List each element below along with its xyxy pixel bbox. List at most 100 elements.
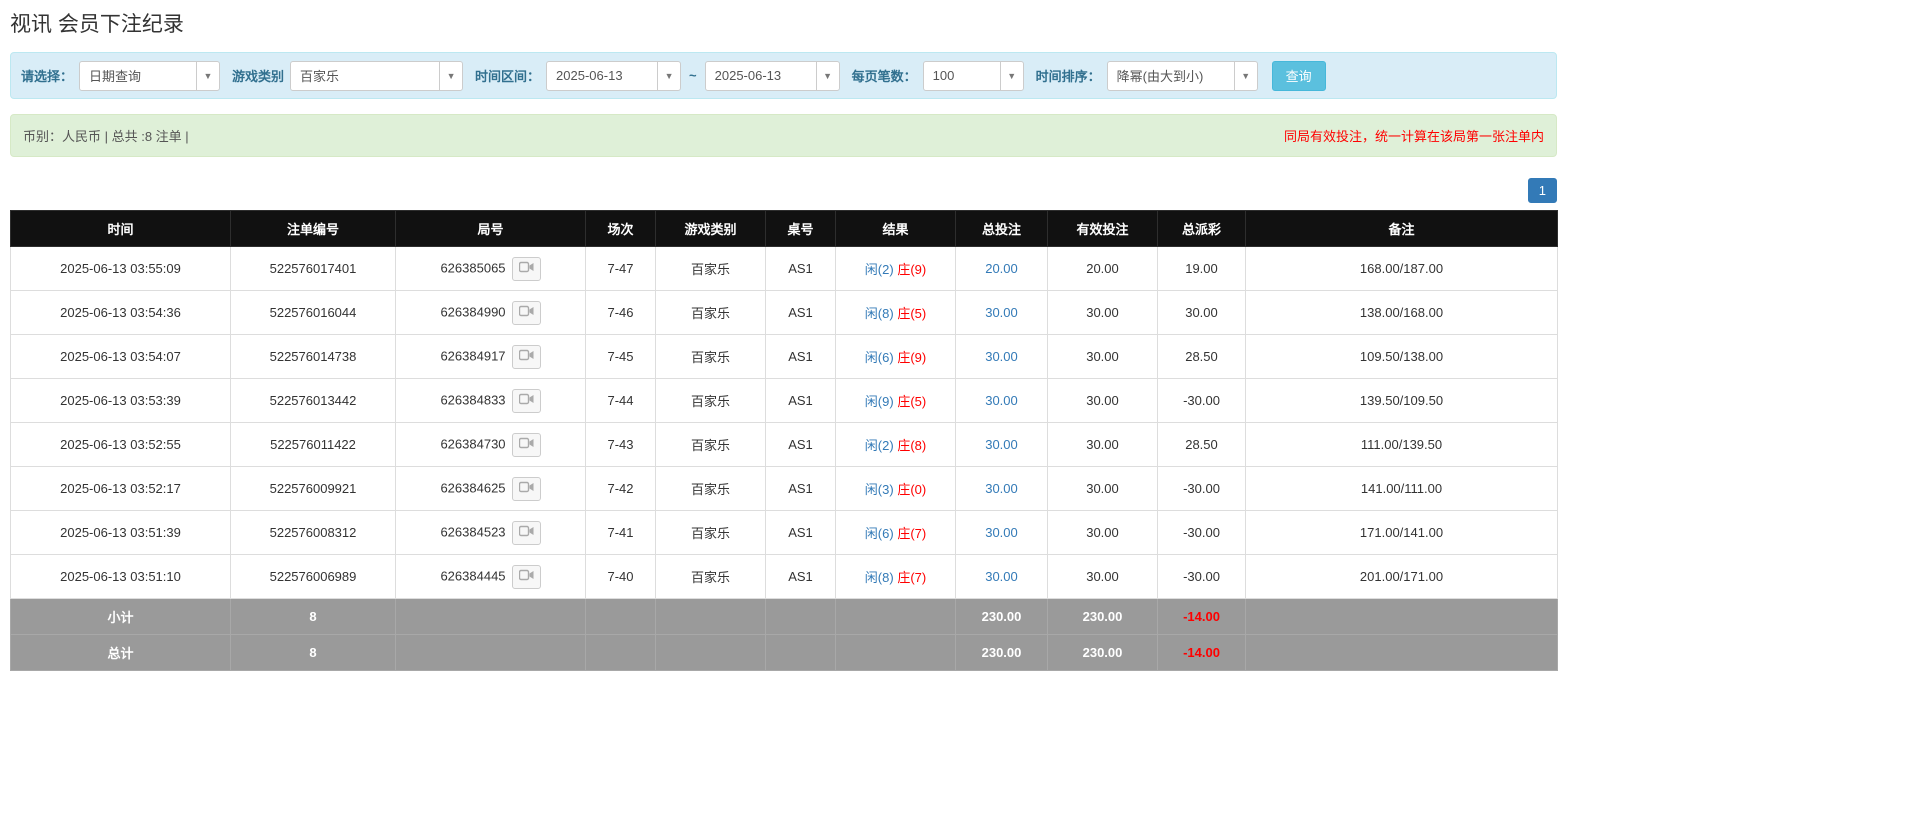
result-player: 闲(8) xyxy=(865,306,894,321)
total-bet-link[interactable]: 30.00 xyxy=(985,393,1018,408)
total-label: 总计 xyxy=(11,635,231,671)
cell-payout: -30.00 xyxy=(1158,467,1246,511)
date-to-picker[interactable]: ▼ xyxy=(705,61,840,91)
cell-table-no: AS1 xyxy=(766,555,836,599)
cell-result: 闲(2) 庄(8) xyxy=(836,423,956,467)
cell-game-type: 百家乐 xyxy=(656,335,766,379)
video-replay-button[interactable] xyxy=(512,521,541,545)
page-size-label: 每页笔数： xyxy=(852,66,917,85)
date-to-input[interactable] xyxy=(705,61,817,91)
page-size-select[interactable]: ▼ xyxy=(923,61,1024,91)
cell-session: 7-45 xyxy=(586,335,656,379)
cell-table-no: AS1 xyxy=(766,423,836,467)
result-banker: 庄(5) xyxy=(897,306,926,321)
sort-label: 时间排序： xyxy=(1036,66,1101,85)
video-replay-icon xyxy=(519,305,534,320)
cell-table-no: AS1 xyxy=(766,379,836,423)
cell-bet-id: 522576006989 xyxy=(231,555,396,599)
cell-session: 7-43 xyxy=(586,423,656,467)
video-replay-button[interactable] xyxy=(512,257,541,281)
total-bet-link[interactable]: 20.00 xyxy=(985,261,1018,276)
chevron-down-icon[interactable]: ▼ xyxy=(196,61,220,91)
table-row: 2025-06-13 03:54:07 522576014738 6263849… xyxy=(11,335,1558,379)
cell-payout: 28.50 xyxy=(1158,335,1246,379)
col-header-session: 场次 xyxy=(586,211,656,247)
page-size-input[interactable] xyxy=(923,61,1001,91)
chevron-down-icon[interactable]: ▼ xyxy=(1000,61,1024,91)
cell-note: 201.00/171.00 xyxy=(1246,555,1558,599)
chevron-down-icon[interactable]: ▼ xyxy=(439,61,463,91)
game-type-select[interactable]: 百家乐 ▼ xyxy=(290,61,463,91)
chevron-down-icon[interactable]: ▼ xyxy=(1234,61,1258,91)
video-replay-icon xyxy=(519,525,534,540)
col-header-round: 局号 xyxy=(396,211,586,247)
total-bet-link[interactable]: 30.00 xyxy=(985,437,1018,452)
video-replay-button[interactable] xyxy=(512,301,541,325)
valid-bet-notice: 同局有效投注，统一计算在该局第一张注单内 xyxy=(1284,126,1544,145)
result-player: 闲(9) xyxy=(865,394,894,409)
video-replay-button[interactable] xyxy=(512,389,541,413)
cell-payout: 30.00 xyxy=(1158,291,1246,335)
cell-result: 闲(3) 庄(0) xyxy=(836,467,956,511)
sort-select[interactable]: 降幂(由大到小) ▼ xyxy=(1107,61,1258,91)
col-header-table-no: 桌号 xyxy=(766,211,836,247)
date-from-input[interactable] xyxy=(546,61,658,91)
total-bet-link[interactable]: 30.00 xyxy=(985,525,1018,540)
filter-bar: 请选择： 日期查询 ▼ 游戏类别 百家乐 ▼ 时间区间： ▼ ~ ▼ 每页笔数：… xyxy=(10,52,1557,99)
cell-bet-id: 522576013442 xyxy=(231,379,396,423)
video-replay-button[interactable] xyxy=(512,345,541,369)
query-type-select[interactable]: 日期查询 ▼ xyxy=(79,61,220,91)
cell-note: 139.50/109.50 xyxy=(1246,379,1558,423)
cell-note: 168.00/187.00 xyxy=(1246,247,1558,291)
search-button[interactable]: 查询 xyxy=(1272,61,1326,91)
result-player: 闲(6) xyxy=(865,526,894,541)
cell-total-bet: 30.00 xyxy=(956,555,1048,599)
total-bet-link[interactable]: 30.00 xyxy=(985,349,1018,364)
cell-result: 闲(6) 庄(9) xyxy=(836,335,956,379)
cell-total-bet: 30.00 xyxy=(956,511,1048,555)
total-payout: -14.00 xyxy=(1158,635,1246,671)
cell-payout: -30.00 xyxy=(1158,555,1246,599)
table-row: 2025-06-13 03:51:39 522576008312 6263845… xyxy=(11,511,1558,555)
query-type-value: 日期查询 xyxy=(79,61,197,91)
time-range-label: 时间区间： xyxy=(475,66,540,85)
table-footer: 小计 8 230.00 230.00 -14.00 总计 8 xyxy=(11,599,1558,671)
cell-session: 7-46 xyxy=(586,291,656,335)
cell-note: 109.50/138.00 xyxy=(1246,335,1558,379)
cell-payout: 19.00 xyxy=(1158,247,1246,291)
cell-game-type: 百家乐 xyxy=(656,247,766,291)
total-valid-bet: 230.00 xyxy=(1048,635,1158,671)
cell-result: 闲(8) 庄(7) xyxy=(836,555,956,599)
cell-table-no: AS1 xyxy=(766,247,836,291)
cell-result: 闲(9) 庄(5) xyxy=(836,379,956,423)
game-type-label: 游戏类别 xyxy=(232,66,284,85)
video-replay-button[interactable] xyxy=(512,477,541,501)
cell-round: 626385065 xyxy=(396,247,586,291)
total-total-bet: 230.00 xyxy=(956,635,1048,671)
date-range-separator: ~ xyxy=(687,68,699,83)
total-bet-link[interactable]: 30.00 xyxy=(985,305,1018,320)
result-banker: 庄(9) xyxy=(897,262,926,277)
cell-time: 2025-06-13 03:52:55 xyxy=(11,423,231,467)
bet-records-table: 时间 注单编号 局号 场次 游戏类别 桌号 结果 总投注 有效投注 总派彩 备注… xyxy=(10,210,1558,671)
cell-valid-bet: 30.00 xyxy=(1048,379,1158,423)
currency-total-text: 币别：人民币 | 总共 :8 注单 | xyxy=(23,126,189,145)
subtotal-count: 8 xyxy=(231,599,396,635)
total-bet-link[interactable]: 30.00 xyxy=(985,569,1018,584)
chevron-down-icon[interactable]: ▼ xyxy=(657,61,681,91)
cell-time: 2025-06-13 03:53:39 xyxy=(11,379,231,423)
video-replay-button[interactable] xyxy=(512,565,541,589)
total-count: 8 xyxy=(231,635,396,671)
cell-time: 2025-06-13 03:51:10 xyxy=(11,555,231,599)
cell-table-no: AS1 xyxy=(766,467,836,511)
video-replay-button[interactable] xyxy=(512,433,541,457)
cell-note: 171.00/141.00 xyxy=(1246,511,1558,555)
total-bet-link[interactable]: 30.00 xyxy=(985,481,1018,496)
page-button-1[interactable]: 1 xyxy=(1528,178,1557,203)
cell-valid-bet: 30.00 xyxy=(1048,423,1158,467)
cell-session: 7-42 xyxy=(586,467,656,511)
result-banker: 庄(7) xyxy=(897,570,926,585)
table-row: 2025-06-13 03:55:09 522576017401 6263850… xyxy=(11,247,1558,291)
chevron-down-icon[interactable]: ▼ xyxy=(816,61,840,91)
date-from-picker[interactable]: ▼ xyxy=(546,61,681,91)
